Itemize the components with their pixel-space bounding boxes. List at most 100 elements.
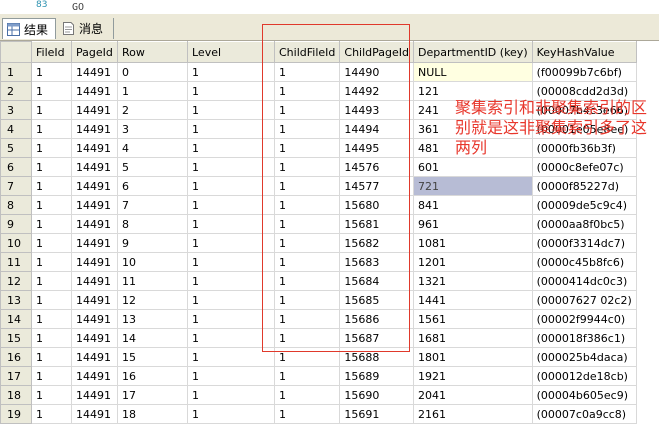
table-row[interactable]: 18 1 14491 17 1 1 15690 2041 (00004b605ec9) [0, 385, 637, 405]
table-cell[interactable]: 1 [31, 309, 72, 329]
table-cell[interactable]: 12 [117, 290, 188, 310]
table-cell[interactable]: 14 [117, 328, 188, 348]
table-cell[interactable]: 1 [31, 195, 72, 215]
table-cell[interactable]: 1 [187, 271, 275, 291]
table-row[interactable]: 13 1 14491 12 1 1 15685 1441 (00007627 02c2) [0, 290, 637, 310]
row-number[interactable]: 15 [0, 328, 32, 348]
column-header[interactable]: FileId [31, 41, 72, 63]
table-cell[interactable]: 1 [273, 138, 341, 158]
table-cell[interactable]: (0000f85227d) [531, 176, 637, 196]
table-cell[interactable]: 15681 [339, 214, 414, 234]
table-cell[interactable]: 14490 [339, 62, 414, 82]
table-cell[interactable]: 17 [117, 385, 188, 405]
row-number[interactable]: 12 [0, 271, 32, 291]
table-cell[interactable]: 1 [31, 290, 72, 310]
table-cell[interactable]: 15691 [339, 404, 414, 424]
table-row[interactable]: 6 1 14491 5 1 1 14576 601 (0000c8efe07c) [0, 157, 637, 177]
row-number[interactable]: 10 [0, 233, 32, 253]
table-cell[interactable]: 3 [117, 119, 188, 139]
table-cell[interactable]: 1 [273, 404, 341, 424]
table-cell[interactable]: 2 [117, 100, 188, 120]
table-cell[interactable]: 15686 [339, 309, 414, 329]
table-cell[interactable]: (000012de18cb) [531, 366, 637, 386]
table-cell[interactable]: 1 [31, 214, 72, 234]
table-cell[interactable]: 13 [117, 309, 188, 329]
tab-messages[interactable]: 消息 [58, 18, 114, 39]
row-number[interactable]: 19 [0, 404, 32, 424]
table-cell[interactable]: 1 [273, 176, 341, 196]
tab-results[interactable]: 结果 [2, 18, 56, 39]
table-cell[interactable]: 14494 [339, 119, 414, 139]
table-cell[interactable]: 14491 [71, 404, 118, 424]
table-cell[interactable]: 1 [31, 138, 72, 158]
table-cell[interactable]: 18 [117, 404, 188, 424]
table-row[interactable]: 12 1 14491 11 1 1 15684 1321 (0000414dc0c3) [0, 271, 637, 291]
table-cell[interactable]: 1 [273, 119, 341, 139]
table-cell[interactable]: 15683 [339, 252, 414, 272]
table-cell[interactable]: 14491 [71, 119, 118, 139]
table-cell[interactable]: NULL [413, 62, 533, 82]
row-number[interactable]: 6 [0, 157, 32, 177]
table-cell[interactable]: 14491 [71, 214, 118, 234]
column-header[interactable]: KeyHashValue [531, 41, 637, 63]
table-cell[interactable]: 841 [413, 195, 533, 215]
table-cell[interactable]: (0000c8efe07c) [531, 157, 637, 177]
table-cell[interactable]: 1 [187, 100, 275, 120]
table-row[interactable]: 8 1 14491 7 1 1 15680 841 (00009de5c9c4) [0, 195, 637, 215]
row-number[interactable]: 11 [0, 252, 32, 272]
table-cell[interactable]: 1 [187, 328, 275, 348]
row-number[interactable]: 1 [0, 62, 32, 82]
row-number[interactable]: 3 [0, 100, 32, 120]
table-cell[interactable]: 1 [273, 347, 341, 367]
table-cell[interactable]: (000018f386c1) [531, 328, 637, 348]
row-number[interactable]: 18 [0, 385, 32, 405]
table-cell[interactable]: 14491 [71, 366, 118, 386]
table-cell[interactable]: (00007c0a9cc8) [531, 404, 637, 424]
table-cell[interactable]: (00002f9944c0) [531, 309, 637, 329]
table-cell[interactable]: 1 [117, 81, 188, 101]
table-row[interactable]: 9 1 14491 8 1 1 15681 961 (0000aa8f0bc5) [0, 214, 637, 234]
table-cell[interactable]: 15685 [339, 290, 414, 310]
table-cell[interactable]: 14495 [339, 138, 414, 158]
table-row[interactable]: 7 1 14491 6 1 1 14577 721 (0000f85227d) [0, 176, 637, 196]
table-cell[interactable]: 1 [187, 347, 275, 367]
table-cell[interactable]: 1 [273, 366, 341, 386]
column-header[interactable]: Row [117, 41, 188, 63]
table-cell[interactable]: 1 [31, 157, 72, 177]
table-cell[interactable]: 1 [187, 404, 275, 424]
table-cell[interactable]: 6 [117, 176, 188, 196]
table-cell[interactable]: 14491 [71, 347, 118, 367]
table-cell[interactable]: 10 [117, 252, 188, 272]
table-cell[interactable]: 1 [273, 157, 341, 177]
table-cell[interactable]: (0000f3314dc7) [531, 233, 637, 253]
table-cell[interactable]: 1 [31, 271, 72, 291]
table-cell[interactable]: 8 [117, 214, 188, 234]
table-cell[interactable]: 2041 [413, 385, 533, 405]
table-cell[interactable]: 14491 [71, 328, 118, 348]
table-cell[interactable]: 1 [31, 100, 72, 120]
table-row[interactable]: 11 1 14491 10 1 1 15683 1201 (0000c45b8fc6) [0, 252, 637, 272]
row-number[interactable]: 13 [0, 290, 32, 310]
table-cell[interactable]: 1 [273, 252, 341, 272]
column-header[interactable]: ChildPageId [339, 41, 414, 63]
table-cell[interactable]: 1 [273, 290, 341, 310]
table-cell[interactable]: 1 [187, 138, 275, 158]
table-cell[interactable]: 14491 [71, 81, 118, 101]
table-cell[interactable]: 1 [31, 366, 72, 386]
row-number[interactable]: 5 [0, 138, 32, 158]
table-cell[interactable]: 1 [187, 176, 275, 196]
table-cell[interactable]: 1 [273, 309, 341, 329]
table-cell[interactable]: 1 [273, 100, 341, 120]
table-row[interactable]: 14 1 14491 13 1 1 15686 1561 (00002f9944c0) [0, 309, 637, 329]
table-cell[interactable]: (00004b605ec9) [531, 385, 637, 405]
table-cell[interactable]: 601 [413, 157, 533, 177]
table-cell[interactable]: 1 [187, 62, 275, 82]
table-cell[interactable]: 15689 [339, 366, 414, 386]
table-cell[interactable]: 961 [413, 214, 533, 234]
table-cell[interactable]: 1 [187, 252, 275, 272]
table-cell[interactable]: 0 [117, 62, 188, 82]
table-row[interactable]: 1 1 14491 0 1 1 14490 NULL (f00099b7c6bf) [0, 62, 637, 82]
table-cell[interactable]: 1201 [413, 252, 533, 272]
row-number[interactable]: 9 [0, 214, 32, 234]
table-cell[interactable]: 1 [187, 157, 275, 177]
